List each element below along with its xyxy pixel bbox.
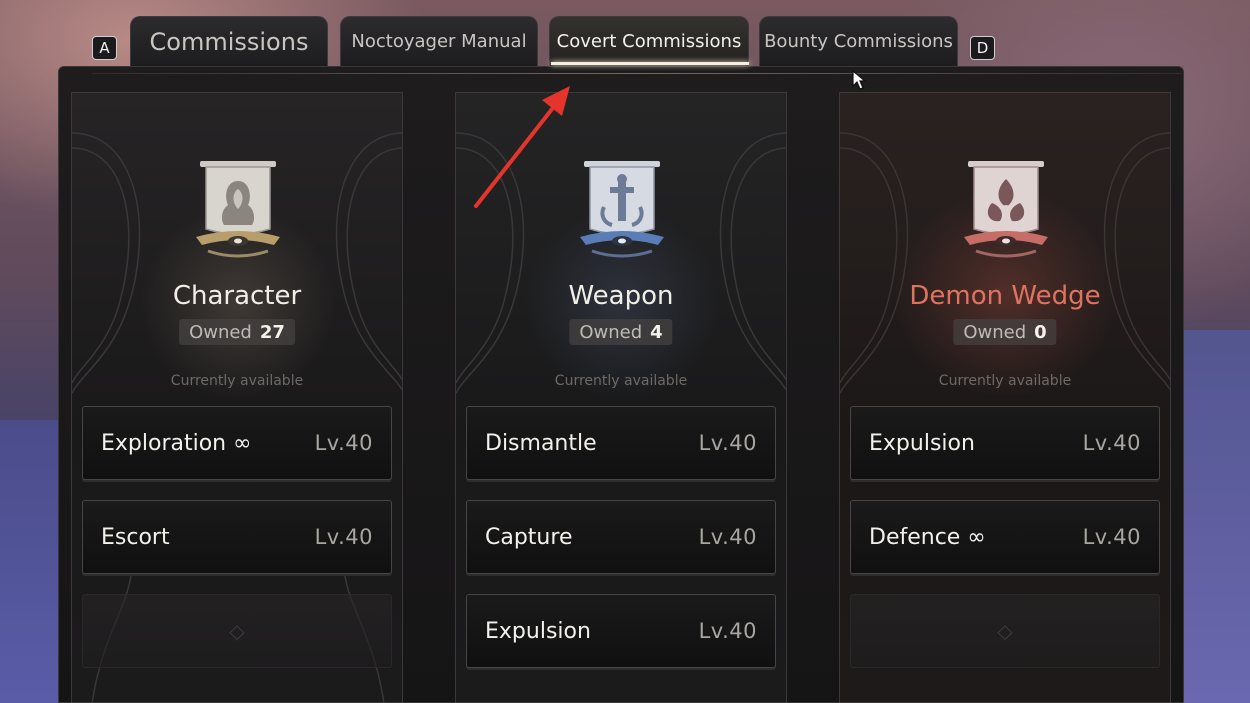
mission-dismantle[interactable]: Dismantle Lv.40 <box>466 406 776 480</box>
empty-slot-icon: ◇ <box>229 619 245 643</box>
mission-level: Lv.40 <box>314 525 373 549</box>
tab-covert-commissions[interactable]: Covert Commissions <box>549 16 749 66</box>
mission-level: Lv.40 <box>314 431 373 455</box>
mission-name: Expulsion <box>485 618 591 644</box>
annotation-arrow-icon <box>474 86 570 208</box>
mission-name: Defence ∞ <box>869 524 986 550</box>
mission-name: Exploration ∞ <box>101 430 252 456</box>
key-hint-d[interactable]: D <box>970 36 995 60</box>
owned-badge: Owned 27 <box>179 319 295 345</box>
owned-badge: Owned 4 <box>569 319 673 345</box>
mission-name: Dismantle <box>485 430 597 456</box>
mission-slot-empty: ◇ <box>82 594 392 668</box>
availability-text: Currently available <box>170 373 304 389</box>
mission-defence[interactable]: Defence ∞ Lv.40 <box>850 500 1160 574</box>
triquetra-banner-icon <box>964 161 1048 258</box>
tab-commissions[interactable]: Commissions <box>130 16 328 66</box>
card-title: Demon Wedge <box>909 281 1101 311</box>
key-hint-a[interactable]: A <box>92 36 117 60</box>
mission-level: Lv.40 <box>698 431 757 455</box>
hooded-figure-banner-icon <box>196 161 280 258</box>
sword-banner-icon <box>580 161 664 258</box>
owned-label: Owned <box>963 321 1027 343</box>
card-title: Character <box>172 281 302 311</box>
tab-bounty-commissions[interactable]: Bounty Commissions <box>759 16 958 66</box>
mission-slot-empty: ◇ <box>850 594 1160 668</box>
availability-text: Currently available <box>938 373 1072 389</box>
mouse-cursor-icon <box>852 69 867 90</box>
owned-label: Owned <box>579 321 643 343</box>
mission-expulsion[interactable]: Expulsion Lv.40 <box>850 406 1160 480</box>
owned-count: 27 <box>259 321 285 343</box>
card-title: Weapon <box>568 281 674 311</box>
card-demon-wedge[interactable]: Demon Wedge Owned 0 Currently available … <box>839 92 1171 703</box>
mission-level: Lv.40 <box>1082 431 1141 455</box>
mission-expulsion[interactable]: Expulsion Lv.40 <box>466 594 776 668</box>
mission-capture[interactable]: Capture Lv.40 <box>466 500 776 574</box>
mission-name: Expulsion <box>869 430 975 456</box>
mission-level: Lv.40 <box>698 619 757 643</box>
mission-escort[interactable]: Escort Lv.40 <box>82 500 392 574</box>
owned-count: 0 <box>1034 321 1047 343</box>
panel-divider <box>92 73 1182 74</box>
mission-level: Lv.40 <box>1082 525 1141 549</box>
card-character[interactable]: Character Owned 27 Currently available E… <box>71 92 403 703</box>
mission-name: Escort <box>101 524 170 550</box>
mission-exploration[interactable]: Exploration ∞ Lv.40 <box>82 406 392 480</box>
owned-count: 4 <box>650 321 663 343</box>
active-tab-indicator <box>551 62 749 65</box>
mission-level: Lv.40 <box>698 525 757 549</box>
mission-name: Capture <box>485 524 573 550</box>
owned-label: Owned <box>189 321 252 343</box>
availability-text: Currently available <box>554 373 688 389</box>
tab-noctoyager-manual[interactable]: Noctoyager Manual <box>340 16 538 66</box>
empty-slot-icon: ◇ <box>997 619 1013 643</box>
owned-badge: Owned 0 <box>953 319 1057 345</box>
